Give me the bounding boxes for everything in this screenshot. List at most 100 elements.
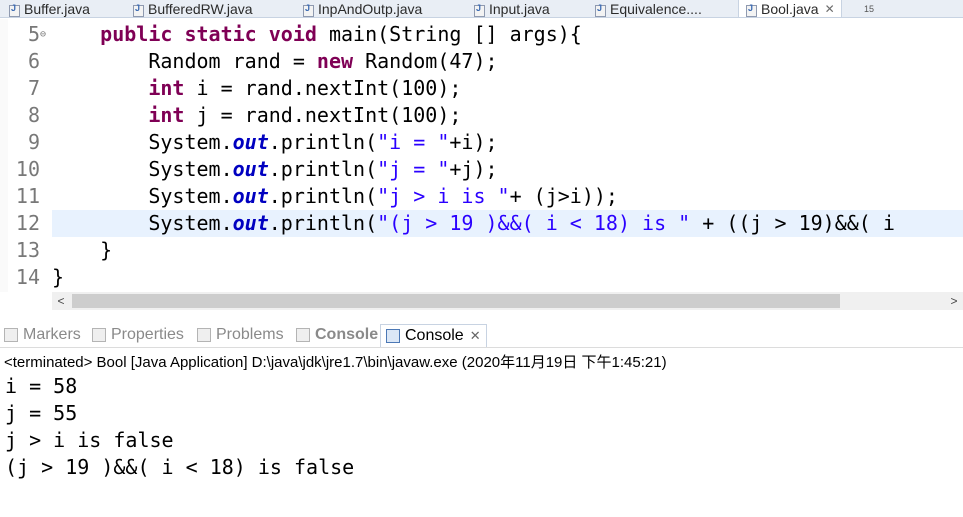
code-token: j = rand.nextInt(100); <box>184 103 462 127</box>
code-line[interactable]: 11 System.out.println("j > i is "+ (j>i)… <box>0 183 963 210</box>
bottom-panel-tab-bar: Markers Properties Problems Console Cons… <box>0 322 963 348</box>
line-number: 9 <box>27 130 40 154</box>
tab-markers[interactable]: Markers <box>4 325 81 345</box>
tab-problems[interactable]: Problems <box>197 325 284 345</box>
code-token: public <box>100 22 173 46</box>
code-token: "i = " <box>377 130 450 154</box>
line-number: 11 <box>15 184 40 208</box>
horizontal-scrollbar[interactable]: < > <box>52 292 963 310</box>
tab-bool-java[interactable]: Bool.java ✕ <box>738 0 842 17</box>
tab-label: Console <box>405 327 464 344</box>
code-token: Random(47); <box>353 49 498 73</box>
scroll-left-icon[interactable]: < <box>52 292 70 310</box>
scroll-right-icon[interactable]: > <box>945 292 963 310</box>
code-token: +j); <box>449 157 498 181</box>
code-text: Random rand = new Random(47); <box>52 48 498 75</box>
code-token: "(j > 19 )&&( i < 18) is " <box>377 211 691 235</box>
tab-console-active[interactable]: Console ✕ <box>380 324 487 347</box>
code-token: "j > i is " <box>377 184 510 208</box>
code-token: "j = " <box>377 157 450 181</box>
tab-label: Properties <box>111 326 184 343</box>
code-token: static <box>184 22 257 46</box>
line-number: 8 <box>27 103 40 127</box>
code-line[interactable]: 8 int j = rand.nextInt(100); <box>0 102 963 129</box>
code-token: .println( <box>268 211 378 235</box>
code-line[interactable]: 6 Random rand = new Random(47); <box>0 48 963 75</box>
line-number: 6 <box>27 49 40 73</box>
code-text: System.out.println("(j > 19 )&&( i < 18)… <box>52 210 895 237</box>
code-text: System.out.println("j > i is "+ (j>i)); <box>52 183 618 210</box>
code-token: new <box>316 49 354 73</box>
code-token: + (j>i)); <box>509 184 618 208</box>
code-text: int i = rand.nextInt(100); <box>52 75 461 102</box>
code-token: System. <box>52 157 233 181</box>
tab-buffer-java[interactable]: Buffer.java <box>8 0 90 17</box>
code-token: .println( <box>268 184 378 208</box>
console-output-line: j = 55 <box>5 401 78 425</box>
code-line[interactable]: 10 System.out.println("j = "+j); <box>0 156 963 183</box>
tab-inpandoutp-java[interactable]: InpAndOutp.java <box>302 0 422 17</box>
code-token: out <box>232 157 269 181</box>
code-line[interactable]: 9 System.out.println("i = "+i); <box>0 129 963 156</box>
code-token: out <box>232 130 269 154</box>
tab-properties[interactable]: Properties <box>92 325 184 345</box>
code-token: System. <box>52 184 233 208</box>
console-output-line: (j > 19 )&&( i < 18) is false <box>5 455 355 479</box>
scrollbar-thumb[interactable] <box>72 294 840 308</box>
java-file-icon <box>594 3 606 17</box>
code-token: System. <box>52 130 233 154</box>
code-line[interactable]: 5 ⊖ public static void main(String [] arg… <box>0 21 963 48</box>
tab-label: Equivalence.... <box>610 1 702 17</box>
line-number: 14 <box>15 265 40 289</box>
properties-icon <box>92 328 106 342</box>
tab-input-java[interactable]: Input.java <box>473 0 550 17</box>
code-text: } <box>52 264 64 291</box>
code-line[interactable]: 7 int i = rand.nextInt(100); <box>0 75 963 102</box>
tab-label: Buffer.java <box>24 1 90 17</box>
markers-icon <box>4 328 18 342</box>
java-file-icon <box>745 3 757 17</box>
line-number: 12 <box>15 211 40 235</box>
console-output-line: i = 58 <box>5 374 78 398</box>
line-number: 5 <box>27 22 40 46</box>
java-file-icon <box>473 3 485 17</box>
code-token: int <box>148 103 185 127</box>
tab-label: Markers <box>23 326 81 343</box>
code-token: +i); <box>449 130 498 154</box>
close-icon[interactable]: ✕ <box>470 328 481 344</box>
line-number: 13 <box>15 238 40 262</box>
code-token: System. <box>52 211 233 235</box>
code-token: int <box>148 76 185 100</box>
console-view[interactable]: <terminated> Bool [Java Application] D:\… <box>0 349 963 517</box>
code-token: Random rand = <box>52 49 317 73</box>
fold-collapse-icon[interactable]: ⊖ <box>40 21 46 48</box>
code-text: System.out.println("j = "+j); <box>52 156 498 183</box>
console-icon <box>386 329 400 343</box>
code-token: .println( <box>268 157 378 181</box>
code-line[interactable]: 13 } <box>0 237 963 264</box>
code-text: } <box>52 237 112 264</box>
tab-equivalence[interactable]: Equivalence.... <box>594 0 702 17</box>
code-line[interactable]: 12 System.out.println("(j > 19 )&&( i < … <box>16 210 963 237</box>
tab-label: Bool.java <box>761 1 819 17</box>
tab-overflow-button[interactable]: 15 <box>864 0 875 17</box>
code-token: .println( <box>268 130 378 154</box>
code-editor[interactable]: 5 ⊖ public static void main(String [] arg… <box>0 19 963 292</box>
tab-console-inactive[interactable]: Console <box>296 325 378 345</box>
code-token: } <box>52 238 113 262</box>
tab-bufferedrw-java[interactable]: BufferedRW.java <box>132 0 253 17</box>
java-file-icon <box>302 3 314 17</box>
editor-tab-bar: Buffer.java BufferedRW.java InpAndOutp.j… <box>0 0 963 18</box>
problems-icon <box>197 328 211 342</box>
code-token: + ((j > 19)&&( i <box>690 211 895 235</box>
code-line[interactable]: 14} <box>0 264 963 291</box>
java-file-icon <box>132 3 144 17</box>
tab-overflow-count: 15 <box>864 4 875 14</box>
code-token: i = rand.nextInt(100); <box>184 76 462 100</box>
close-icon[interactable]: ✕ <box>825 2 835 16</box>
line-number: 10 <box>15 157 40 181</box>
